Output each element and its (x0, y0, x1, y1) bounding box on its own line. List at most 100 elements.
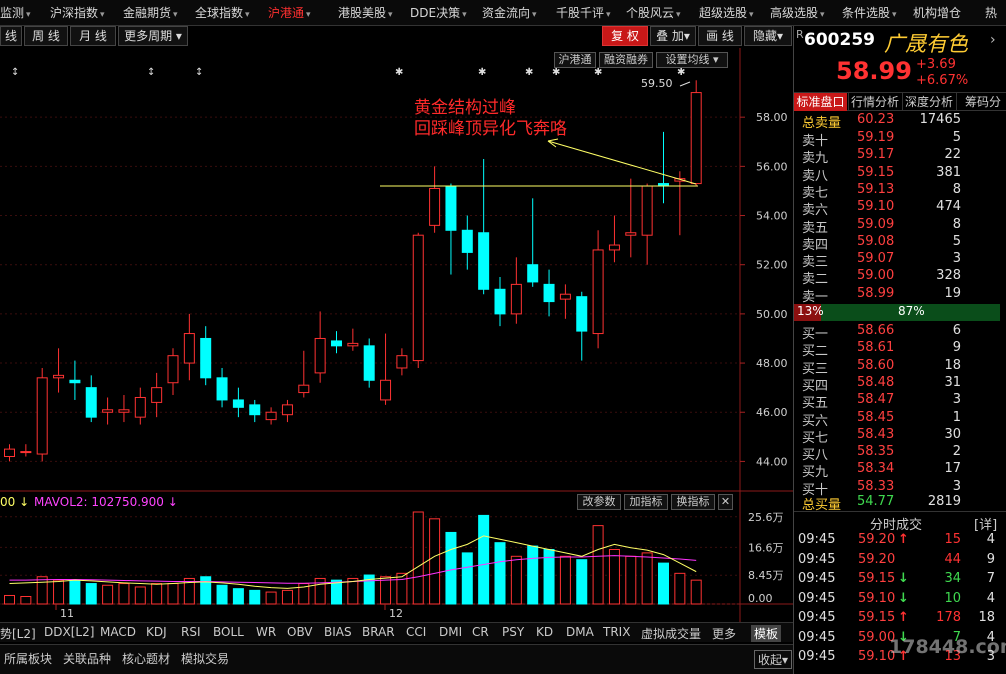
more-periods-dropdown[interactable]: 更多周期 ▾ (118, 26, 188, 46)
total-buy-price: 54.77 (857, 494, 895, 509)
book-row: 卖六 59.10 474 (794, 199, 1006, 218)
tab-related[interactable]: 关联品种 (63, 650, 111, 667)
tab-sector[interactable]: 所属板块 (4, 650, 52, 667)
menu-item-3[interactable]: 全球指数 ▾ (195, 4, 250, 21)
hide-button[interactable]: 隐藏▾ (744, 26, 792, 46)
volume-tick-label: 0.00 (748, 592, 773, 605)
menu-item-9[interactable]: 个股风云 ▾ (626, 4, 681, 21)
tab-indicator-19[interactable]: 模板 (751, 625, 782, 642)
volume-bar (510, 555, 522, 605)
event-marker-icon[interactable]: ✱ (525, 67, 533, 78)
menu-item-0[interactable]: 监测 ▾ (0, 4, 31, 21)
period-month-button[interactable]: 月 线 (70, 26, 116, 46)
book-price: 58.61 (857, 340, 895, 356)
tab-indicator-7[interactable]: OBV (287, 625, 313, 639)
hk-connect-button[interactable]: 沪港通 (554, 52, 596, 68)
book-volume: 3 (952, 392, 961, 408)
period-day-button[interactable]: 线 (0, 26, 22, 46)
tab-sim-trade[interactable]: 模拟交易 (181, 650, 229, 667)
tab-core-theme[interactable]: 核心题材 (122, 650, 170, 667)
arrow-down-icon: ↓ (898, 571, 909, 586)
y-tick-label: 50.00 (756, 308, 788, 321)
overlay-button[interactable]: 叠 加▾ (650, 26, 696, 46)
volume-bar (658, 562, 669, 605)
chevron-right-icon[interactable]: › (990, 32, 996, 48)
switch-indicator-button[interactable]: 换指标 (671, 494, 715, 510)
tab-indicator-17[interactable]: 虚拟成交量 (641, 625, 701, 642)
add-indicator-button[interactable]: 加指标 (624, 494, 668, 510)
menu-item-4[interactable]: 沪港通 ▾ (268, 4, 311, 21)
menu-item-7[interactable]: 资金流向 ▾ (482, 4, 537, 21)
volume-chart[interactable]: 25.6万 16.6万 8.45万 0.00 11 12 00 ↓ MAVOL2: 102… (0, 492, 793, 622)
event-marker-icon[interactable]: ↕ (11, 67, 19, 78)
close-icon[interactable]: ✕ (718, 494, 733, 510)
candle-body (216, 377, 228, 401)
tab-indicator-0[interactable]: 势[L2] (0, 625, 36, 642)
candle-body (608, 244, 620, 251)
tick-row: 09:45 59.15 ↓ 34 7 (794, 571, 1006, 588)
event-marker-icon[interactable]: ✱ (478, 67, 486, 78)
set-ma-button[interactable]: 设置均线 ▾ (656, 52, 728, 68)
tab-indicator-6[interactable]: WR (256, 625, 276, 639)
tab-indicator-11[interactable]: DMI (439, 625, 462, 639)
book-volume: 31 (944, 374, 961, 390)
tab-indicator-10[interactable]: CCI (406, 625, 426, 639)
panel-tab-1[interactable]: 行情分析 (848, 93, 901, 111)
event-marker-icon[interactable]: ✱ (677, 67, 685, 78)
menu-item-14[interactable]: 热 (985, 4, 997, 21)
tab-indicator-14[interactable]: KD (536, 625, 553, 639)
arrow-down-icon: ↓ (19, 495, 30, 509)
volume-bar (200, 576, 212, 605)
price-chart[interactable]: 58.00 56.00 54.00 52.00 50.00 48.00 46.00 44.00… (0, 48, 793, 492)
draw-line-button[interactable]: 画 线 (698, 26, 742, 46)
y-tick-label: 46.00 (756, 406, 788, 419)
panel-tab-0[interactable]: 标准盘口 (794, 93, 847, 111)
event-marker-icon[interactable]: ↕ (195, 67, 203, 78)
menu-item-1[interactable]: 沪深指数 ▾ (50, 4, 105, 21)
margin-trading-button[interactable]: 融资融券 (599, 52, 653, 68)
book-row: 买五 58.47 3 (794, 392, 1006, 411)
event-marker-icon[interactable]: ↕ (147, 67, 155, 78)
tab-indicator-13[interactable]: PSY (502, 625, 524, 639)
tab-indicator-1[interactable]: DDX[L2] (44, 625, 94, 639)
panel-tab-3[interactable]: 筹码分 (956, 93, 1006, 111)
tab-indicator-15[interactable]: DMA (566, 625, 594, 639)
tick-price: 59.20 (858, 551, 896, 567)
tab-indicator-8[interactable]: BIAS (324, 625, 352, 639)
tab-indicator-4[interactable]: RSI (181, 625, 201, 639)
menu-item-2[interactable]: 金融期货 ▾ (123, 4, 178, 21)
book-volume: 5 (952, 233, 961, 249)
book-volume: 9 (952, 340, 961, 356)
book-label: 卖五 (802, 220, 829, 236)
panel-tab-2[interactable]: 深度分析 (902, 93, 955, 111)
tick-time: 09:45 (798, 571, 836, 586)
restore-rights-button[interactable]: 复 权 (602, 26, 648, 46)
ticks-detail-link[interactable]: [详] (974, 514, 997, 533)
menu-item-13[interactable]: 机构增仓 (913, 4, 961, 21)
menu-item-11[interactable]: 高级选股 ▾ (770, 4, 825, 21)
tab-indicator-18[interactable]: 更多 (712, 625, 736, 642)
candle-body (412, 234, 424, 362)
tick-row: 09:45 59.20 44 9 (794, 552, 1006, 569)
volume-bar (20, 596, 32, 605)
menu-item-8[interactable]: 千股千评 ▾ (556, 4, 611, 21)
candle-body (625, 232, 637, 236)
volume-bar (118, 583, 130, 605)
menu-item-5[interactable]: 港股美股 ▾ (338, 4, 393, 21)
edit-params-button[interactable]: 改参数 (577, 494, 621, 510)
tab-indicator-16[interactable]: TRIX (603, 625, 630, 639)
tab-indicator-9[interactable]: BRAR (362, 625, 395, 639)
tab-indicator-5[interactable]: BOLL (213, 625, 244, 639)
collapse-button[interactable]: 收起▾ (754, 650, 793, 669)
menu-item-6[interactable]: DDE决策 ▾ (410, 4, 467, 21)
event-marker-icon[interactable]: ✱ (552, 67, 560, 78)
chart-toolbar: 线 周 线 月 线 更多周期 ▾ 复 权 叠 加▾ 画 线 隐藏▾ (0, 26, 793, 48)
event-marker-icon[interactable]: ✱ (395, 67, 403, 78)
tab-indicator-3[interactable]: KDJ (146, 625, 167, 639)
menu-item-10[interactable]: 超级选股 ▾ (699, 4, 754, 21)
tab-indicator-2[interactable]: MACD (100, 625, 136, 639)
tab-indicator-12[interactable]: CR (472, 625, 489, 639)
menu-item-12[interactable]: 条件选股 ▾ (842, 4, 897, 21)
period-week-button[interactable]: 周 线 (24, 26, 68, 46)
event-marker-icon[interactable]: ✱ (594, 67, 602, 78)
